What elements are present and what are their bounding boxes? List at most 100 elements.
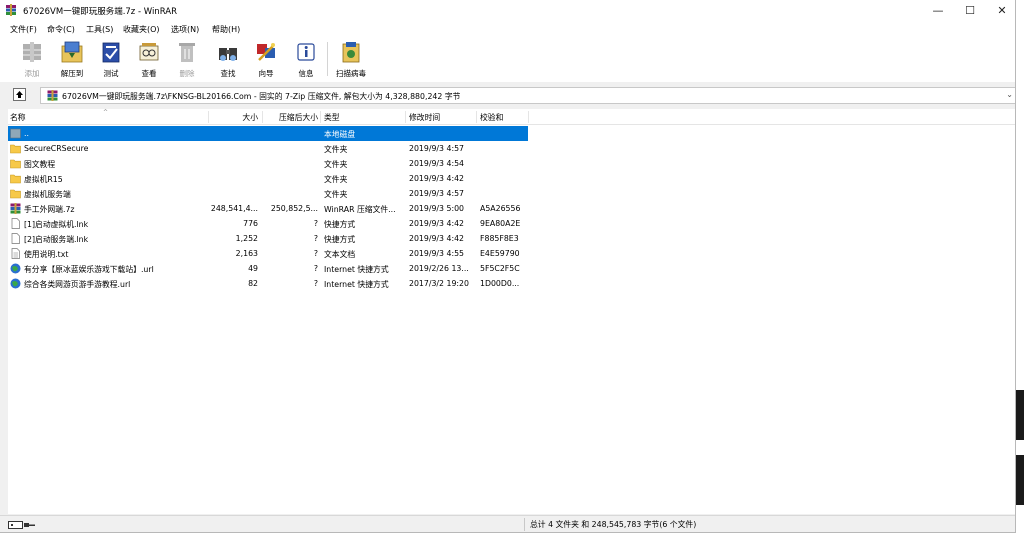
file-row[interactable]: 虚拟机R15 文件夹 2019/9/3 4:42 bbox=[8, 171, 528, 186]
find-icon bbox=[219, 48, 237, 61]
info-button[interactable]: 信息 bbox=[289, 38, 323, 80]
file-modified: 2019/9/3 4:42 bbox=[409, 174, 465, 183]
status-bar: 总计 4 文件夹 和 248,545,783 字节(6 个文件) bbox=[0, 515, 1015, 532]
file-type: 文件夹 bbox=[324, 175, 348, 184]
file-checksum: 9EA80A2E bbox=[480, 219, 521, 228]
column-name[interactable]: 名称 bbox=[10, 112, 26, 123]
add-label: 添加 bbox=[24, 69, 40, 78]
virus-scan-button[interactable]: 扫描病毒 bbox=[334, 38, 368, 80]
parent-folder-icon bbox=[10, 128, 21, 139]
menu-options[interactable]: 选项(N) bbox=[171, 24, 199, 35]
file-row[interactable]: SecureCRSecure 文件夹 2019/9/3 4:57 bbox=[8, 141, 528, 156]
file-name: [2]启动服务端.lnk bbox=[24, 235, 89, 244]
file-size: 49 bbox=[248, 264, 258, 273]
file-name: 手工外网端.7z bbox=[24, 205, 75, 214]
background-image-strip bbox=[1016, 390, 1024, 440]
test-button[interactable]: 测试 bbox=[94, 38, 128, 80]
file-name: 虚拟机服务端 bbox=[24, 190, 71, 199]
menu-favorites[interactable]: 收藏夹(O) bbox=[123, 24, 160, 35]
extract-to-button[interactable]: 解压到 bbox=[55, 38, 89, 80]
status-separator bbox=[524, 518, 525, 531]
column-modified[interactable]: 修改时间 bbox=[409, 112, 440, 123]
file-modified: 2019/2/26 13... bbox=[409, 264, 469, 273]
file-type: 文件夹 bbox=[324, 190, 348, 199]
file-row[interactable]: .. 本地磁盘 bbox=[8, 126, 528, 141]
add-icon bbox=[23, 42, 41, 62]
drive-key-icon bbox=[8, 521, 35, 529]
menu-tools[interactable]: 工具(S) bbox=[86, 24, 113, 35]
path-field[interactable]: 67026VM一键即玩服务端.7z\FKNSG-BL20166.Com - 固实… bbox=[40, 87, 1015, 104]
file-checksum: F885F8E3 bbox=[480, 234, 519, 243]
extract-icon bbox=[61, 41, 83, 63]
window-title: 67026VM一键即玩服务端.7z - WinRAR bbox=[23, 7, 177, 17]
find-button[interactable]: 查找 bbox=[211, 38, 245, 80]
file-packed-size: ? bbox=[313, 234, 318, 243]
file-modified: 2019/9/3 4:57 bbox=[409, 144, 465, 153]
background-app bbox=[1016, 0, 1024, 537]
close-button[interactable]: ✕ bbox=[984, 0, 1015, 22]
column-type[interactable]: 类型 bbox=[324, 112, 340, 123]
file-packed-size: ? bbox=[313, 249, 318, 258]
maximize-button[interactable]: ☐ bbox=[952, 0, 988, 22]
view-label: 查看 bbox=[141, 69, 157, 78]
delete-label: 删除 bbox=[179, 69, 195, 78]
file-packed-size: ? bbox=[313, 264, 318, 273]
archive-icon bbox=[47, 90, 58, 101]
find-label: 查找 bbox=[220, 69, 236, 78]
file-row[interactable]: 综合各类网游页游手游教程.url 82? Internet 快捷方式 2017/3/2… bbox=[8, 276, 528, 291]
delete-icon bbox=[179, 43, 195, 62]
file-row[interactable]: 手工外网端.7z 248,541,4... 250,852,5... WinRAR 压… bbox=[8, 201, 528, 216]
column-divider[interactable] bbox=[320, 111, 321, 123]
file-type: Internet 快捷方式 bbox=[324, 280, 389, 289]
column-divider[interactable] bbox=[476, 111, 477, 123]
column-size[interactable]: 大小 bbox=[208, 112, 258, 123]
column-packed-size[interactable]: 压缩后大小 bbox=[262, 112, 318, 123]
up-one-level-button[interactable] bbox=[13, 88, 26, 101]
file-row[interactable]: [2]启动服务端.lnk 1,252? 快捷方式 2019/9/3 4:42 F885F… bbox=[8, 231, 528, 246]
chevron-down-icon[interactable]: ⌄ bbox=[1006, 90, 1013, 99]
file-name: 使用说明.txt bbox=[24, 250, 69, 259]
file-name: SecureCRSecure bbox=[24, 144, 89, 153]
status-summary: 总计 4 文件夹 和 248,545,783 字节(6 个文件) bbox=[530, 520, 697, 529]
file-icon bbox=[11, 233, 20, 244]
add-button[interactable]: 添加 bbox=[15, 38, 49, 80]
file-list[interactable]: 名称 ^ 大小 压缩后大小 类型 修改时间 校验和 .. 本地磁盘 SecureCR… bbox=[8, 109, 1015, 514]
file-size: 2,163 bbox=[235, 249, 258, 258]
view-button[interactable]: 查看 bbox=[132, 38, 166, 80]
folder-icon bbox=[10, 189, 21, 199]
delete-button[interactable]: 删除 bbox=[170, 38, 204, 80]
file-modified: 2019/9/3 4:42 bbox=[409, 219, 465, 228]
extract-to-label: 解压到 bbox=[60, 69, 84, 78]
file-row[interactable]: 使用说明.txt 2,163? 文本文档 2019/9/3 4:55 E4E59790 bbox=[8, 246, 528, 261]
file-row[interactable]: [1]启动虚拟机.lnk 776? 快捷方式 2019/9/3 4:42 9EA80A2… bbox=[8, 216, 528, 231]
file-packed-size: ? bbox=[313, 279, 318, 288]
file-name: 有分享【原冰蓝娱乐游戏下载站】.url bbox=[24, 265, 154, 274]
file-row[interactable]: 虚拟机服务端 文件夹 2019/9/3 4:57 bbox=[8, 186, 528, 201]
file-type: 文本文档 bbox=[324, 250, 356, 259]
menu-help[interactable]: 帮助(H) bbox=[212, 24, 240, 35]
file-size: 248,541,4... bbox=[210, 204, 258, 213]
file-modified: 2019/9/3 4:55 bbox=[409, 249, 465, 258]
menu-commands[interactable]: 命令(C) bbox=[47, 24, 75, 35]
column-divider[interactable] bbox=[528, 111, 529, 123]
up-arrow-icon bbox=[16, 91, 23, 98]
file-row[interactable]: 有分享【原冰蓝娱乐游戏下载站】.url 49? Internet 快捷方式 2019/… bbox=[8, 261, 528, 276]
file-type: 文件夹 bbox=[324, 145, 348, 154]
file-row[interactable]: 图文教程 文件夹 2019/9/3 4:54 bbox=[8, 156, 528, 171]
column-divider[interactable] bbox=[405, 111, 406, 123]
wizard-label: 向导 bbox=[258, 69, 274, 78]
test-label: 测试 bbox=[103, 69, 119, 78]
wizard-button[interactable]: 向导 bbox=[249, 38, 283, 80]
minimize-button[interactable]: — bbox=[920, 0, 956, 22]
menu-file[interactable]: 文件(F) bbox=[10, 24, 37, 35]
file-size: 82 bbox=[248, 279, 258, 288]
path-text: 67026VM一键即玩服务端.7z\FKNSG-BL20166.Com - 固实… bbox=[62, 92, 461, 101]
title-bar[interactable]: 67026VM一键即玩服务端.7z - WinRAR — ☐ ✕ bbox=[0, 0, 1015, 22]
column-header: 名称 ^ 大小 压缩后大小 类型 修改时间 校验和 bbox=[8, 109, 1015, 125]
file-size: 1,252 bbox=[235, 234, 258, 243]
sort-ascending-icon: ^ bbox=[103, 109, 109, 116]
file-type: WinRAR 压缩文件... bbox=[324, 205, 396, 214]
folder-icon bbox=[10, 159, 21, 169]
column-checksum[interactable]: 校验和 bbox=[480, 112, 503, 123]
file-type: 快捷方式 bbox=[324, 235, 356, 244]
